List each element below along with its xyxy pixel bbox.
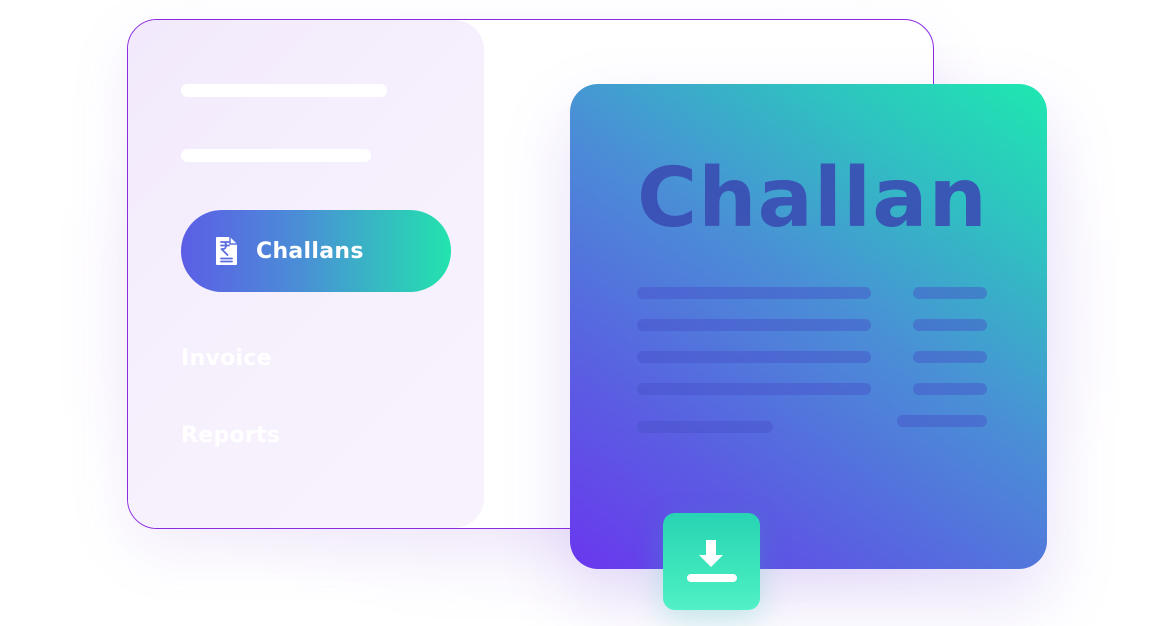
placeholder-line (913, 383, 987, 395)
download-icon (687, 540, 737, 582)
sidebar-placeholder-bar (181, 84, 387, 97)
placeholder-line (637, 351, 871, 363)
placeholder-line (913, 319, 987, 331)
sidebar-placeholder-bar (181, 149, 371, 162)
placeholder-line (637, 383, 871, 395)
sidebar-item-challans[interactable]: Challans (181, 210, 451, 292)
sidebar-item-invoice[interactable]: Invoice (181, 346, 272, 371)
sidebar-item-reports[interactable]: Reports (181, 423, 280, 448)
placeholder-line (897, 415, 987, 427)
sidebar: Challans Invoice Reports (128, 20, 484, 528)
placeholder-line (637, 421, 773, 433)
placeholder-line (637, 319, 871, 331)
rupee-document-icon (215, 236, 239, 266)
placeholder-line (913, 351, 987, 363)
challan-card: Challan (570, 84, 1047, 569)
card-title: Challan (637, 151, 988, 246)
placeholder-line (913, 287, 987, 299)
sidebar-item-label: Challans (256, 238, 364, 264)
placeholder-line (637, 287, 871, 299)
stage: Challans Invoice Reports Challan (0, 0, 1174, 626)
download-button[interactable] (663, 513, 760, 610)
